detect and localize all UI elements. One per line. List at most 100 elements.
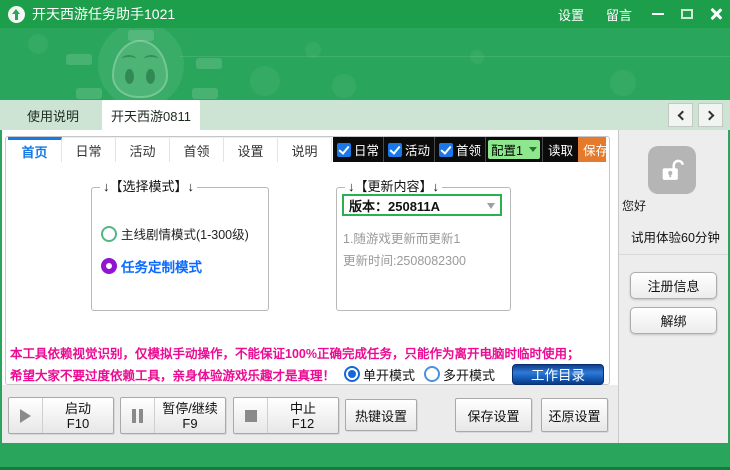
sidebar-divider: [619, 254, 728, 255]
pause-icon: [132, 409, 136, 423]
mascot-label-chip: [128, 30, 154, 41]
save-settings-button[interactable]: 保存设置: [455, 398, 532, 432]
abort-button-label: 中止 F12: [268, 398, 338, 433]
pause-icon: [139, 409, 143, 423]
workdir-button[interactable]: 工作目录: [512, 364, 604, 385]
task-toolbar: 日常 活动 首领 配置1 读取 保存: [333, 137, 606, 162]
bokeh-circle: [470, 50, 484, 64]
start-button[interactable]: 启动 F10: [8, 397, 114, 434]
warning-line2: 希望大家不要过度依赖工具，亲身体验游戏乐趣才是真理！: [10, 365, 335, 384]
unbind-button[interactable]: 解绑: [630, 307, 717, 334]
activity-checkbox-label: 活动: [405, 140, 430, 159]
window-title: 开天西游任务助手1021: [32, 4, 175, 24]
bokeh-circle: [610, 70, 636, 96]
mode-groupbox-title: ↓【选择模式】↓: [100, 180, 197, 194]
tab-scroll-controls: [668, 100, 723, 130]
start-icon-area: [9, 398, 43, 433]
tab-scroll-right-button[interactable]: [698, 103, 723, 127]
maximize-button[interactable]: [672, 0, 701, 28]
tab-kaitian-xiyou-0811[interactable]: 开天西游0811: [102, 100, 200, 130]
chevron-right-icon: [704, 110, 714, 120]
pause-button-label: 暂停/继续 F9: [155, 398, 225, 433]
bokeh-circle: [250, 66, 280, 96]
multi-open-mode-radio[interactable]: 多开模式: [424, 365, 495, 384]
config-select-value: 配置1: [491, 140, 523, 159]
update-note-2: 更新时间:2508082300: [343, 250, 466, 269]
document-tabbar: 使用说明 开天西游0811: [0, 100, 730, 130]
mainline-story-mode-label: 主线剧情模式(1-300级): [121, 224, 249, 243]
abort-button[interactable]: 中止 F12: [233, 397, 339, 434]
pause-resume-button[interactable]: 暂停/继续 F9: [120, 397, 226, 434]
nav-tab-boss[interactable]: 首领: [170, 137, 224, 162]
app-window: 开天西游任务助手1021 设置 留言 使用说明 开天: [0, 0, 730, 470]
register-info-button[interactable]: 注册信息: [630, 272, 717, 299]
update-note-1: 1.随游戏更新而更新1: [343, 228, 460, 247]
close-icon: [709, 7, 723, 21]
boss-checkbox[interactable]: 首领: [435, 137, 486, 162]
pause-icon-area: [121, 398, 155, 433]
tab-usage-instructions[interactable]: 使用说明: [8, 100, 98, 130]
mascot-eye: [146, 69, 155, 84]
close-button[interactable]: [701, 0, 730, 28]
dropdown-arrow-icon: [529, 147, 537, 156]
start-label: 启动: [65, 401, 91, 416]
mainline-story-mode-radio[interactable]: 主线剧情模式(1-300级): [101, 224, 249, 243]
trial-status-text: 试用体验60分钟: [631, 227, 720, 246]
settings-menu[interactable]: 设置: [547, 5, 595, 24]
checkbox-checked-icon: [337, 143, 351, 157]
radio-selected-icon: [101, 258, 117, 274]
version-select[interactable]: 版本：250811A: [342, 194, 502, 216]
stop-icon: [245, 410, 257, 422]
titlebar: 开天西游任务助手1021 设置 留言: [0, 0, 730, 28]
hotkey-settings-button[interactable]: 热键设置: [345, 399, 417, 431]
save-button[interactable]: 保存: [578, 137, 606, 162]
warning-line2-row: 希望大家不要过度依赖工具，亲身体验游戏乐趣才是真理！ 单开模式 多开模式 工作目…: [10, 363, 604, 385]
single-open-mode-radio[interactable]: 单开模式: [344, 365, 415, 384]
stop-icon-area: [234, 398, 268, 433]
bokeh-circle: [28, 34, 48, 54]
checkbox-checked-icon: [388, 143, 402, 157]
nav-tab-home[interactable]: 首页: [8, 137, 62, 162]
section-tabbar: 首页 日常 活动 首领 设置 说明: [8, 137, 332, 162]
config-select[interactable]: 配置1: [488, 140, 540, 159]
read-button[interactable]: 读取: [542, 137, 578, 162]
mascot-brow: [122, 55, 136, 63]
control-bar: 启动 F10 暂停/继续 F9 中止 F12 热键设置 保存设置 还原设置: [2, 385, 618, 443]
restore-settings-button[interactable]: 还原设置: [541, 398, 608, 432]
open-padlock-icon: [658, 156, 686, 184]
minimize-icon: [652, 13, 664, 15]
nav-tab-activity[interactable]: 活动: [116, 137, 170, 162]
version-select-value: 版本：250811A: [349, 196, 440, 215]
activity-checkbox[interactable]: 活动: [384, 137, 435, 162]
arrow-stem: [15, 14, 18, 20]
boss-checkbox-label: 首领: [456, 140, 481, 159]
nav-tab-help[interactable]: 说明: [278, 137, 332, 162]
daily-checkbox[interactable]: 日常: [333, 137, 384, 162]
titlebar-actions: 设置 留言: [547, 0, 730, 28]
single-open-mode-label: 单开模式: [363, 365, 415, 384]
mascot-label-chip: [66, 54, 92, 65]
app-icon: [8, 6, 25, 23]
header-banner: [0, 28, 730, 100]
message-menu[interactable]: 留言: [595, 5, 643, 24]
start-hotkey: F10: [67, 416, 89, 431]
decorative-line: [180, 56, 730, 57]
abort-label: 中止: [290, 401, 316, 416]
chevron-left-icon: [677, 110, 687, 120]
mascot-label-chip: [76, 88, 102, 99]
update-content-groupbox: ↓【更新内容】↓ 版本：250811A 1.随游戏更新而更新1 更新时间:250…: [336, 187, 511, 311]
pause-hotkey: F9: [182, 416, 197, 431]
nav-tab-settings[interactable]: 设置: [224, 137, 278, 162]
greeting-text: 您好: [622, 197, 646, 214]
minimize-button[interactable]: [643, 0, 672, 28]
multi-open-mode-label: 多开模式: [443, 365, 495, 384]
main-panel: 首页 日常 活动 首领 设置 说明 日常 活动 首领 配置1: [5, 136, 610, 385]
tab-scroll-left-button[interactable]: [668, 103, 693, 127]
daily-checkbox-label: 日常: [354, 140, 379, 159]
mascot-eye: [125, 69, 134, 84]
pause-label: 暂停/继续: [162, 401, 218, 416]
start-button-label: 启动 F10: [43, 398, 113, 433]
custom-task-mode-radio[interactable]: 任务定制模式: [101, 256, 202, 276]
radio-selected-icon: [344, 366, 360, 382]
nav-tab-daily[interactable]: 日常: [62, 137, 116, 162]
